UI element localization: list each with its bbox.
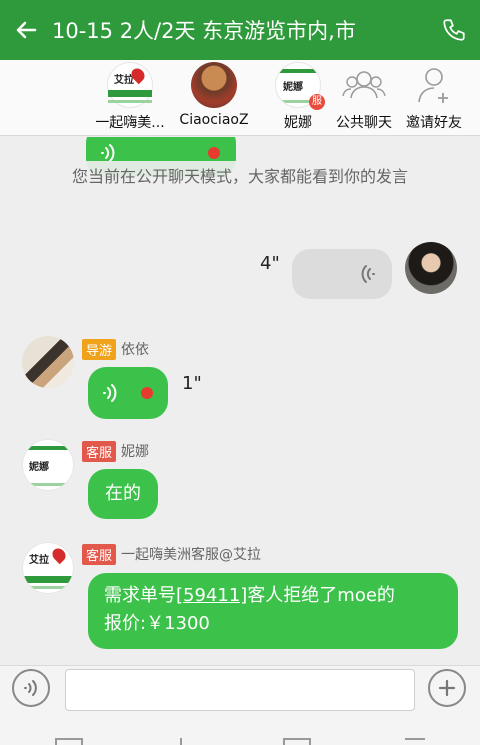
text-bubble[interactable]: 需求单号[59411]客人拒绝了moe的 报价:￥1300 xyxy=(88,573,458,649)
message-input[interactable] xyxy=(65,669,415,711)
more-button[interactable] xyxy=(428,669,466,707)
role-tag: 导游 xyxy=(82,339,117,360)
member-ciaociaoz[interactable]: CiaociaoZ xyxy=(172,62,256,134)
member-aila[interactable]: 艾拉 一起嗨美... xyxy=(88,62,172,134)
call-button[interactable] xyxy=(428,0,480,60)
phone-icon xyxy=(443,19,465,41)
voice-icon xyxy=(361,265,375,283)
chat-area[interactable]: 4" 导游 依依 1" 妮娜 客服 妮娜 在的 艾拉 客服 一起嗨美洲客服@艾拉 xyxy=(0,137,480,665)
chat-title: 10-15 2人/2天 东京游览市内,市 xyxy=(52,19,356,43)
tool-icon[interactable] xyxy=(405,738,425,745)
plus-icon xyxy=(438,679,456,697)
avatar: 艾拉 xyxy=(107,62,153,108)
voice-duration: 1" xyxy=(182,373,202,394)
avatar[interactable]: 妮娜 xyxy=(22,439,74,491)
voice-icon xyxy=(101,144,115,162)
unread-dot xyxy=(208,147,220,159)
member-name: 邀请好友 xyxy=(406,115,462,131)
avatar[interactable] xyxy=(22,336,74,388)
role-tag: 客服 xyxy=(82,544,117,565)
message-text: 在的 xyxy=(105,483,141,504)
add-user-icon xyxy=(411,62,457,108)
bottom-tool-row xyxy=(0,736,480,745)
group-icon xyxy=(341,62,387,108)
member-name: CiaociaoZ xyxy=(179,112,249,128)
avatar[interactable] xyxy=(405,242,457,294)
logo-text: 艾拉 xyxy=(29,555,49,566)
role-tag: 客服 xyxy=(82,441,117,462)
unread-dot xyxy=(141,387,153,399)
public-mode-notice: 您当前在公开聊天模式，大家都能看到你的发言 xyxy=(0,161,480,189)
message-text: 需求单号 xyxy=(104,585,176,606)
order-number-link[interactable]: [59411] xyxy=(176,585,247,606)
message-line-1: 需求单号[59411]客人拒绝了moe的 xyxy=(104,582,442,610)
voice-bubble[interactable] xyxy=(88,367,168,419)
text-bubble[interactable]: 在的 xyxy=(88,469,158,519)
tool-icon[interactable] xyxy=(180,738,190,745)
back-button[interactable] xyxy=(0,0,52,60)
tool-icon[interactable] xyxy=(283,738,311,745)
voice-duration: 4" xyxy=(260,253,280,274)
sender-name: 一起嗨美洲客服@艾拉 xyxy=(121,547,261,563)
message-line-2: 报价:￥1300 xyxy=(104,613,210,634)
members-bar: 艾拉 一起嗨美... CiaociaoZ 妮娜 服 妮娜 公共聊天 邀请好友 xyxy=(0,60,480,136)
message-text: 客人拒绝了moe的 xyxy=(247,585,395,606)
chat-header: 10-15 2人/2天 东京游览市内,市 xyxy=(0,0,480,60)
logo-text: 妮娜 xyxy=(283,82,303,93)
sender-name: 妮娜 xyxy=(121,444,149,460)
invite-friend-button[interactable]: 邀请好友 xyxy=(392,62,476,134)
voice-bubble[interactable] xyxy=(292,249,392,299)
voice-input-icon xyxy=(24,680,37,696)
avatar xyxy=(191,62,237,108)
logo-text: 妮娜 xyxy=(29,462,49,473)
avatar[interactable]: 艾拉 xyxy=(22,542,74,594)
voice-input-button[interactable] xyxy=(12,669,50,707)
input-bar xyxy=(0,665,480,745)
sender-name: 依依 xyxy=(121,342,149,358)
member-name: 一起嗨美... xyxy=(95,115,165,131)
arrow-left-icon xyxy=(16,21,37,39)
voice-icon xyxy=(103,384,117,402)
avatar: 妮娜 服 xyxy=(275,62,325,110)
tool-icon[interactable] xyxy=(55,738,83,745)
